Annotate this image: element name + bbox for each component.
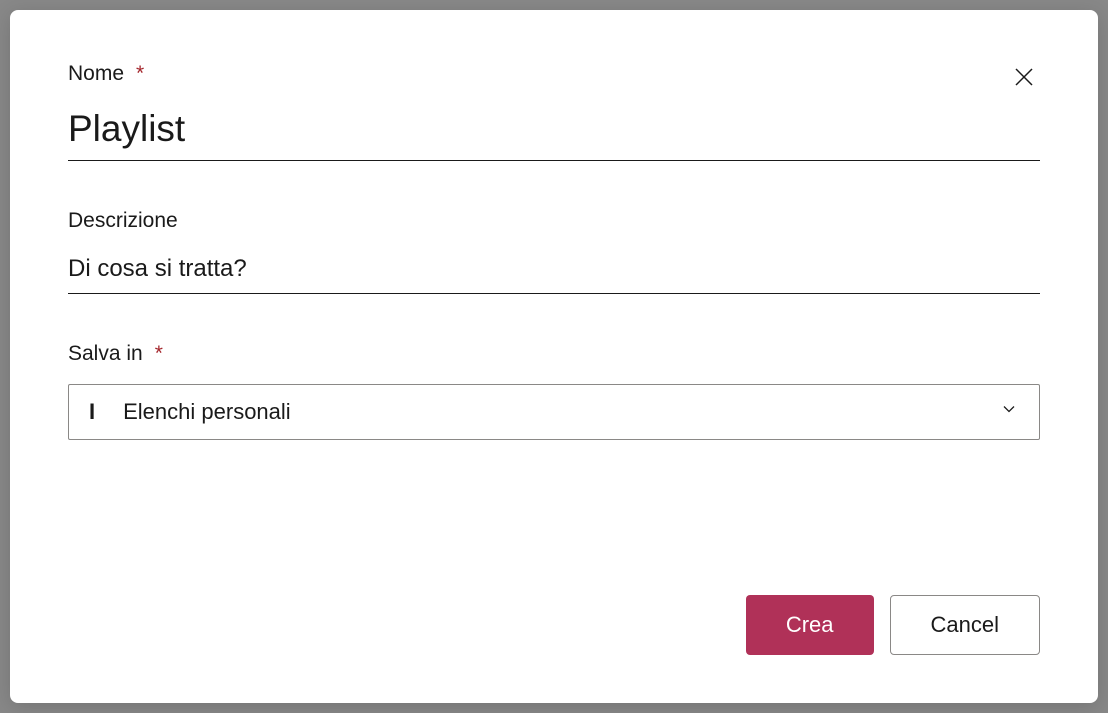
name-field-group: Nome * <box>68 62 1040 161</box>
close-button[interactable] <box>1008 62 1040 94</box>
name-required-mark: * <box>136 62 144 86</box>
create-button[interactable]: Crea <box>746 595 874 655</box>
name-input[interactable] <box>68 104 1040 161</box>
save-in-dropdown[interactable]: I Elenchi personali <box>68 384 1040 440</box>
dialog-button-row: Crea Cancel <box>746 595 1040 655</box>
dropdown-left: I Elenchi personali <box>89 399 291 425</box>
save-in-field-group: Salva in * I Elenchi personali <box>68 342 1040 440</box>
dropdown-value: Elenchi personali <box>123 399 291 425</box>
description-input[interactable] <box>68 251 1040 294</box>
save-in-label-text: Salva in <box>68 342 143 366</box>
name-label: Nome * <box>68 62 1040 86</box>
name-label-text: Nome <box>68 62 124 86</box>
save-in-required-mark: * <box>155 342 163 366</box>
description-field-group: Descrizione <box>68 209 1040 294</box>
save-in-label: Salva in * <box>68 342 1040 366</box>
close-icon <box>1012 65 1036 92</box>
chevron-down-icon <box>999 399 1019 425</box>
create-playlist-dialog: Nome * Descrizione Salva in * I Elenchi … <box>10 10 1098 703</box>
description-label: Descrizione <box>68 209 1040 233</box>
dropdown-prefix: I <box>89 399 95 425</box>
description-label-text: Descrizione <box>68 209 178 233</box>
cancel-button[interactable]: Cancel <box>890 595 1040 655</box>
